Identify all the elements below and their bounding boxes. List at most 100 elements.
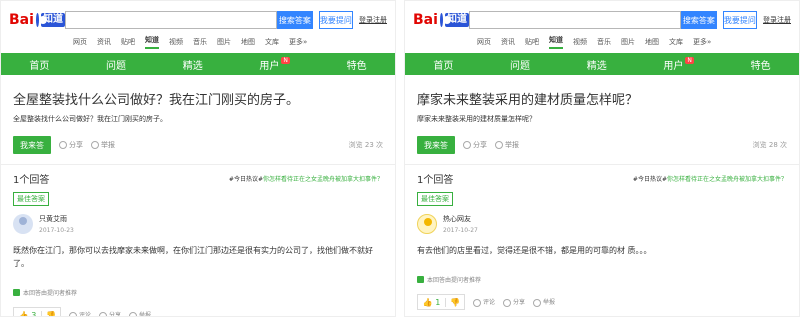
login-link[interactable]: 登录注册 <box>359 15 387 25</box>
main-nav-bar: 首页 问题 精选 用户N 特色 <box>405 53 799 75</box>
answer-button[interactable]: 我来答 <box>13 136 51 154</box>
subnav-wenku[interactable]: 文库 <box>669 37 683 47</box>
nav-featured[interactable]: 精选 <box>587 57 607 72</box>
like-count: 3 <box>31 310 37 317</box>
subnav-maps[interactable]: 地图 <box>645 37 659 47</box>
baidu-zhidao-logo[interactable]: Bai 知道 <box>413 12 469 28</box>
nav-home[interactable]: 首页 <box>433 57 453 72</box>
sub-navigation: 网页 资讯 贴吧 知道 视频 音乐 图片 地图 文库 更多» <box>1 33 395 51</box>
header-bar: Bai 知道 搜索答案 我要提问 登录注册 <box>405 1 799 33</box>
dislike-button[interactable]: 👎 <box>42 311 60 317</box>
share-link[interactable]: 分享 <box>463 140 487 150</box>
subnav-music[interactable]: 音乐 <box>193 37 207 47</box>
avatar[interactable] <box>417 214 437 234</box>
answer-actions: 👍 1 👎 评论 分享 举报 <box>417 294 787 310</box>
nav-questions[interactable]: 问题 <box>106 57 126 72</box>
subnav-zhidao[interactable]: 知道 <box>549 35 563 49</box>
paw-icon <box>35 13 48 27</box>
nav-special[interactable]: 特色 <box>347 57 367 72</box>
sub-navigation: 网页 资讯 贴吧 知道 视频 音乐 图片 地图 文库 更多» <box>405 33 799 51</box>
subnav-news[interactable]: 资讯 <box>501 37 515 47</box>
answer-count: 1个回答 <box>417 175 454 186</box>
answer-actions: 👍 3 👎 评论 分享 举报 <box>13 307 383 317</box>
baidu-zhidao-logo[interactable]: Bai 知道 <box>9 12 65 28</box>
subnav-images[interactable]: 图片 <box>217 37 231 47</box>
report-label: 举报 <box>505 141 519 149</box>
recommend-text: 本回答由提问者推荐 <box>427 277 482 284</box>
like-button[interactable]: 👍 1 <box>418 297 446 307</box>
answer-report-label: 举报 <box>543 299 556 307</box>
nav-users-label: 用户 <box>259 60 280 72</box>
nav-featured[interactable]: 精选 <box>183 57 203 72</box>
answer-share-link[interactable]: 分享 <box>99 310 121 316</box>
hot-prefix: #今日热议# <box>228 176 263 183</box>
question-actions: 我来答 分享 举报 浏览 28 次 <box>417 136 787 154</box>
answer-text: 既然你在江门，那你可以去找摩家未来做啊，在你们江门那边还是很有实力的公司了，找他… <box>13 246 373 268</box>
nav-home[interactable]: 首页 <box>29 57 49 72</box>
question-description: 全屋整装找什么公司做好？我在江门刚买的房子。 <box>13 115 167 123</box>
author-name[interactable]: 热心网友 <box>443 214 478 224</box>
subnav-zhidao[interactable]: 知道 <box>145 35 159 49</box>
ask-question-button[interactable]: 我要提问 <box>318 11 353 29</box>
question-description: 摩家未来整装采用的建材质量怎样呢？ <box>417 115 536 123</box>
comment-link[interactable]: 评论 <box>69 310 92 317</box>
dislike-button[interactable]: 👎 <box>446 298 464 307</box>
answer-count-row: 1个回答 #今日热议#你怎样看待正在之女孟晚舟被加拿大扣事件？ <box>417 171 787 186</box>
subnav-wenku[interactable]: 文库 <box>265 37 279 47</box>
subnav-web[interactable]: 网页 <box>73 37 87 47</box>
answer-author: 热心网友 2017-10-27 <box>417 214 799 234</box>
answer-author: 只黄艾雨 2017-10-23 <box>13 214 395 234</box>
recommend-note: 本回答由提问者推荐 <box>13 288 395 297</box>
nav-users[interactable]: 用户N <box>663 56 694 72</box>
subnav-news[interactable]: 资讯 <box>97 37 111 47</box>
share-link[interactable]: 分享 <box>59 140 83 150</box>
report-icon <box>533 298 542 307</box>
hot-topic-link[interactable]: 你怎样看待正在之女孟晚舟被加拿大扣事件？ <box>667 176 787 183</box>
report-icon <box>129 311 138 316</box>
answer-count-row: 1个回答 #今日热议#你怎样看待正在之女孟晚舟被加拿大扣事件？ <box>13 171 383 186</box>
author-name[interactable]: 只黄艾雨 <box>39 214 74 224</box>
ask-question-button[interactable]: 我要提问 <box>722 11 757 29</box>
subnav-video[interactable]: 视频 <box>169 37 183 47</box>
avatar[interactable] <box>13 214 33 234</box>
report-icon <box>91 141 99 149</box>
report-link[interactable]: 举报 <box>91 140 115 150</box>
nav-users[interactable]: 用户N <box>259 56 290 72</box>
answer-share-label: 分享 <box>513 299 526 307</box>
answer-report-link[interactable]: 举报 <box>129 310 151 316</box>
comment-link[interactable]: 评论 <box>473 297 495 307</box>
search-input[interactable] <box>469 11 681 29</box>
like-button[interactable]: 👍 3 <box>14 310 42 317</box>
subnav-more[interactable]: 更多» <box>289 37 307 47</box>
subnav-tieba[interactable]: 贴吧 <box>121 37 135 47</box>
hot-topic-link[interactable]: 你怎样看待正在之女孟晚舟被加拿大扣事件？ <box>263 176 383 183</box>
search-input[interactable] <box>65 11 277 29</box>
subnav-maps[interactable]: 地图 <box>241 37 255 47</box>
answer-count: 1个回答 <box>13 175 50 186</box>
answer-text: 有去他们的店里看过，觉得还是很不错，都是用的可靠的材 质。。。 <box>417 246 652 255</box>
header-bar: Bai 知道 搜索答案 我要提问 登录注册 <box>1 1 395 33</box>
answer-report-link[interactable]: 举报 <box>533 297 555 307</box>
share-icon <box>99 311 108 316</box>
report-link[interactable]: 举报 <box>495 140 519 150</box>
nav-questions[interactable]: 问题 <box>510 57 530 72</box>
report-icon <box>495 141 503 149</box>
login-link[interactable]: 登录注册 <box>763 15 791 25</box>
subnav-web[interactable]: 网页 <box>477 37 491 47</box>
shield-icon <box>13 289 20 296</box>
subnav-tieba[interactable]: 贴吧 <box>525 37 539 47</box>
subnav-music[interactable]: 音乐 <box>597 37 611 47</box>
subnav-video[interactable]: 视频 <box>573 37 587 47</box>
comment-label: 评论 <box>79 312 92 317</box>
answer-date: 2017-10-27 <box>443 227 478 234</box>
nav-special[interactable]: 特色 <box>751 57 771 72</box>
subnav-images[interactable]: 图片 <box>621 37 635 47</box>
vote-control: 👍 3 👎 <box>13 307 61 317</box>
search-answer-button[interactable]: 搜索答案 <box>681 11 717 29</box>
answer-button[interactable]: 我来答 <box>417 136 455 154</box>
share-icon <box>59 141 67 149</box>
answer-share-link[interactable]: 分享 <box>503 297 525 307</box>
question-actions: 我来答 分享 举报 浏览 23 次 <box>13 136 383 154</box>
search-answer-button[interactable]: 搜索答案 <box>277 11 313 29</box>
subnav-more[interactable]: 更多» <box>693 37 711 47</box>
